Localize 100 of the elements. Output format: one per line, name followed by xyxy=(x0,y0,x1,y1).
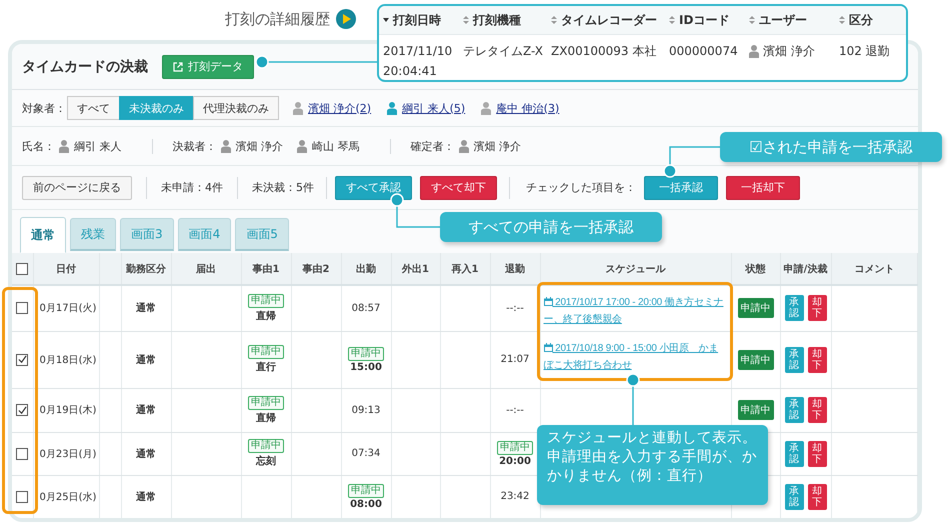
column-header: 届出 xyxy=(196,264,216,274)
column-header: 再入1 xyxy=(452,264,478,274)
checkbox[interactable] xyxy=(16,302,28,314)
time-cell-text: 21:07 xyxy=(500,354,530,365)
back-button[interactable]: 前のページに戻る xyxy=(22,176,132,200)
person-icon xyxy=(220,140,230,152)
column-header: 事由1 xyxy=(252,264,280,274)
status-label: 申請中 xyxy=(738,298,774,318)
person-link[interactable]: 綱引 来人(5) xyxy=(387,100,466,116)
column-header[interactable]: ユーザー xyxy=(745,12,835,28)
approve-all-button[interactable]: すべて承認 xyxy=(335,176,412,200)
reject-button[interactable]: 却下 xyxy=(808,484,826,510)
person-icon xyxy=(481,102,492,114)
person-icon xyxy=(293,102,303,114)
table-cell-text: 102 退勤 xyxy=(839,43,890,60)
table-cell: 通常 xyxy=(136,354,156,366)
person-link[interactable]: 濱畑 浄介(2) xyxy=(293,100,372,116)
person-name: 濱畑 浄介 xyxy=(236,138,283,154)
tab[interactable]: 画面3 xyxy=(120,218,174,251)
sort-icon xyxy=(463,16,469,24)
reject-button[interactable]: 却下 xyxy=(808,397,826,423)
field-label: 決裁者： xyxy=(172,138,216,154)
date-cell: 0月19日(木) xyxy=(40,405,96,416)
reject-all-button[interactable]: すべて却下 xyxy=(420,176,497,200)
checkbox[interactable] xyxy=(16,262,28,274)
status-badge: 申請中 xyxy=(348,484,384,498)
time-cell-text: --:-- xyxy=(505,404,525,416)
table-cell: 通常 xyxy=(136,448,156,460)
calendar-icon xyxy=(544,297,552,306)
tab[interactable]: 通常 xyxy=(20,217,66,253)
person-link[interactable]: 庵中 伸治(3) xyxy=(481,100,560,116)
reject-button[interactable]: 却下 xyxy=(808,346,826,372)
status-badge: 申請中 xyxy=(248,294,284,308)
tab[interactable]: 画面5 xyxy=(235,218,289,251)
status-badge: 申請中 xyxy=(348,346,384,360)
checkbox[interactable] xyxy=(16,354,28,366)
approve-button[interactable]: 承認 xyxy=(784,484,804,510)
tab[interactable]: 画面4 xyxy=(178,218,232,251)
time-cell-text: 09:13 xyxy=(350,404,382,416)
time-cell-text: 20:00 xyxy=(498,456,532,466)
table-cell-text: 000000074 xyxy=(669,43,738,60)
count-label: 未決裁：5件 xyxy=(237,176,314,198)
filter-button[interactable]: 代理決裁のみ xyxy=(193,96,279,120)
time-cell-text: 23:42 xyxy=(500,491,530,502)
calendar-icon xyxy=(544,342,552,352)
reject-checked-button[interactable]: 一括却下 xyxy=(726,176,800,200)
column-header: 状態 xyxy=(746,264,766,274)
column-header[interactable]: 打刻日時 xyxy=(379,12,459,28)
table-cell-text: 直帰 xyxy=(255,412,277,424)
column-header: コメント xyxy=(854,264,894,274)
checkbox[interactable] xyxy=(16,448,28,460)
reject-button[interactable]: 却下 xyxy=(808,440,826,466)
play-icon xyxy=(336,9,356,29)
column-header[interactable]: IDコード xyxy=(665,12,745,28)
schedule-link[interactable]: 2017/10/18 9:00 - 15:00 小田原 かまぼこ大将打ち合わせ xyxy=(544,340,728,374)
status-badge: 申請中 xyxy=(248,439,284,453)
table-cell-text: 濱畑 浄介 xyxy=(763,43,815,60)
person-name: 綱引 来人 xyxy=(74,138,122,154)
date-cell: 0月25日(水) xyxy=(40,492,96,502)
time-cell-text: 08:00 xyxy=(349,498,383,510)
status-label: 申請中 xyxy=(738,350,774,370)
person-name: 崎山 琴馬 xyxy=(312,138,360,154)
column-header: 出勤 xyxy=(356,264,376,274)
column-header: 事由2 xyxy=(302,264,330,274)
column-header[interactable]: タイムレコーダー xyxy=(547,12,665,28)
checkbox[interactable] xyxy=(16,404,28,416)
caret-icon xyxy=(383,17,389,23)
table-cell-text: 直帰 xyxy=(255,310,277,323)
column-header[interactable]: 区分 xyxy=(835,12,905,28)
filter-button[interactable]: 未決裁のみ xyxy=(119,96,194,120)
person-icon xyxy=(387,102,398,114)
column-header: 日付 xyxy=(56,264,76,274)
checkbox[interactable] xyxy=(16,490,28,502)
table-cell-text: 忘刻 xyxy=(254,454,277,468)
export-button[interactable]: 打刻データ xyxy=(162,54,254,78)
filter-label: 対象者： xyxy=(22,100,66,116)
time-cell-text: 07:34 xyxy=(350,448,382,459)
person-icon xyxy=(297,140,307,152)
approve-button[interactable]: 承認 xyxy=(784,295,804,322)
table-cell-text: 直行 xyxy=(255,360,277,374)
filter-button[interactable]: すべて xyxy=(67,96,120,120)
approve-checked-button[interactable]: 一括承認 xyxy=(644,176,718,200)
person-name: 濱畑 浄介 xyxy=(474,138,521,154)
table-cell-text: ZX00100093 本社 xyxy=(551,43,656,60)
callout-note: スケジュールと連動して表示。申請理由を入力する手間が、かかりません（例：直行） xyxy=(537,425,768,505)
approve-button[interactable]: 承認 xyxy=(784,397,804,423)
column-header[interactable]: 打刻機種 xyxy=(459,12,547,28)
schedule-link[interactable]: 2017/10/17 17:00 - 20:00 働き方セミナー、終了後懇親会 xyxy=(544,294,728,328)
callout-note: ☑された申請を一括承認 xyxy=(720,132,942,162)
reject-button[interactable]: 却下 xyxy=(808,295,826,322)
date-cell: 0月18日(水) xyxy=(40,354,96,366)
approve-button[interactable]: 承認 xyxy=(784,346,804,372)
callout-note: すべての申請を一括承認 xyxy=(440,212,662,242)
date-cell: 0月17日(火) xyxy=(40,303,96,314)
table-cell-text: テレタイムZ-X xyxy=(463,43,543,60)
person-icon xyxy=(458,140,468,152)
column-header: 勤務区分 xyxy=(126,264,166,274)
person-icon xyxy=(59,140,69,152)
tab[interactable]: 残業 xyxy=(70,218,116,251)
approve-button[interactable]: 承認 xyxy=(784,440,804,466)
